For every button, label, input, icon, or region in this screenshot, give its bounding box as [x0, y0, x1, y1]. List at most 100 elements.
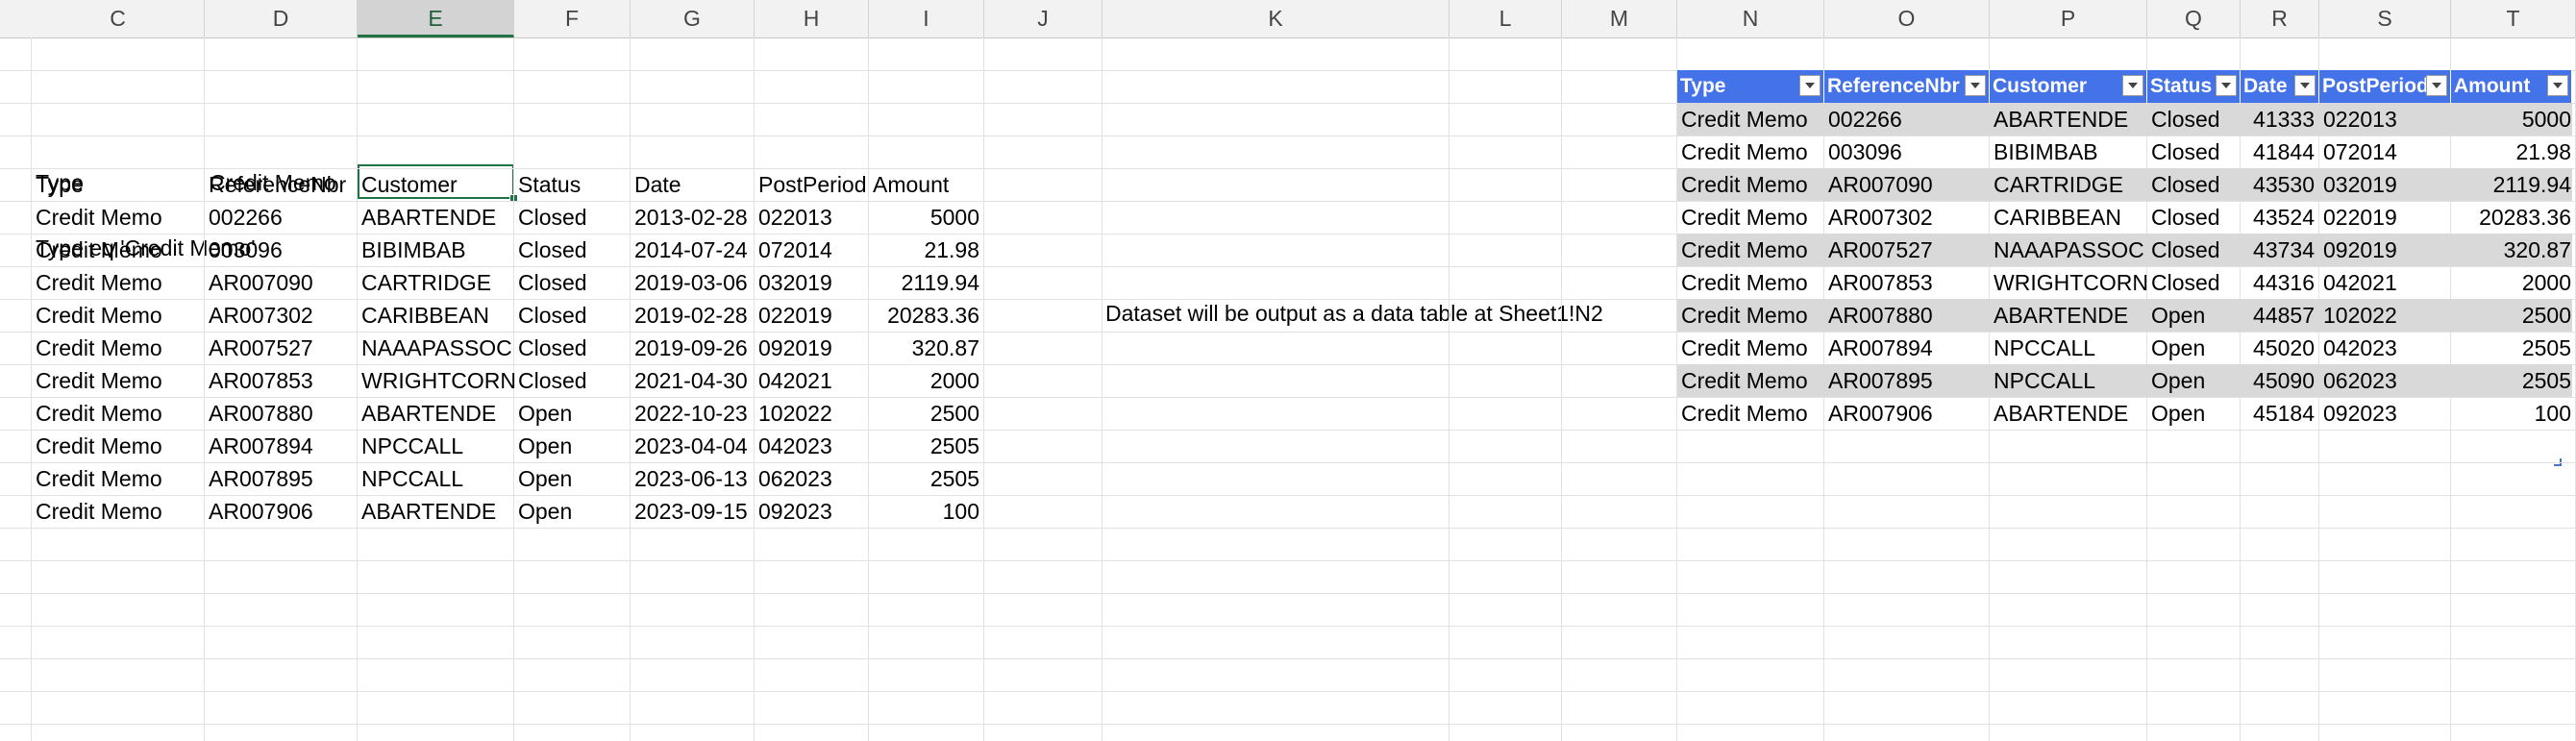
data-table-cell[interactable]: 21.98: [2451, 136, 2571, 168]
data-table-cell[interactable]: AR007895: [1828, 364, 1933, 397]
data-table-cell[interactable]: NPCCALL: [1994, 332, 2095, 364]
data-table-cell[interactable]: ABARTENDE: [1994, 103, 2128, 136]
column-header-F[interactable]: F: [514, 0, 631, 37]
data-table-cell[interactable]: 2505: [2451, 332, 2571, 364]
left-table-cell[interactable]: AR007853: [209, 364, 313, 397]
left-table-cell[interactable]: NAAAPASSOC: [361, 332, 512, 364]
data-table-cell[interactable]: WRIGHTCORN: [1994, 266, 2148, 299]
data-table-cell[interactable]: Open: [2151, 397, 2205, 430]
data-table-cell[interactable]: 100: [2451, 397, 2571, 430]
data-table-cell[interactable]: Credit Memo: [1681, 168, 1808, 201]
data-table-cell[interactable]: BIBIMBAB: [1994, 136, 2098, 168]
left-table-cell[interactable]: Credit Memo: [36, 364, 162, 397]
left-table-cell[interactable]: AR007880: [209, 397, 313, 430]
left-table-cell[interactable]: 2000: [869, 364, 979, 397]
left-table-header[interactable]: Type: [36, 168, 84, 201]
data-table-cell[interactable]: ABARTENDE: [1994, 299, 2128, 332]
left-table-cell[interactable]: AR007894: [209, 430, 313, 462]
left-table-cell[interactable]: 062023: [758, 462, 832, 495]
left-table-cell[interactable]: 002266: [209, 201, 283, 234]
data-table-cell[interactable]: AR007527: [1828, 234, 1933, 266]
data-table-cell[interactable]: Closed: [2151, 234, 2220, 266]
left-table-cell[interactable]: 2505: [869, 462, 979, 495]
left-table-cell[interactable]: Closed: [518, 201, 587, 234]
left-table-cell[interactable]: 2021-04-30: [634, 364, 748, 397]
data-table-cell[interactable]: 092019: [2323, 234, 2397, 266]
data-table-header[interactable]: PostPeriod: [2319, 70, 2451, 103]
column-header-R[interactable]: R: [2241, 0, 2319, 37]
data-table-cell[interactable]: Open: [2151, 364, 2205, 397]
left-table-header[interactable]: Customer: [361, 168, 458, 201]
left-table-cell[interactable]: 072014: [758, 234, 832, 266]
left-table-cell[interactable]: 2019-03-06: [634, 266, 748, 299]
data-table-cell[interactable]: 032019: [2323, 168, 2397, 201]
data-table-cell[interactable]: 2000: [2451, 266, 2571, 299]
filter-dropdown-icon[interactable]: [1965, 75, 1986, 96]
column-header-I[interactable]: I: [869, 0, 984, 37]
data-table-cell[interactable]: 43530: [2241, 168, 2315, 201]
data-table-cell[interactable]: 072014: [2323, 136, 2397, 168]
data-table-cell[interactable]: 102022: [2323, 299, 2397, 332]
data-table-cell[interactable]: 45020: [2241, 332, 2315, 364]
data-table-cell[interactable]: 042023: [2323, 332, 2397, 364]
data-table-cell[interactable]: Credit Memo: [1681, 234, 1808, 266]
data-table-cell[interactable]: ABARTENDE: [1994, 397, 2128, 430]
left-table-cell[interactable]: WRIGHTCORN: [361, 364, 516, 397]
data-table-cell[interactable]: Open: [2151, 299, 2205, 332]
filter-dropdown-icon[interactable]: [2426, 75, 2447, 96]
data-table-cell[interactable]: 5000: [2451, 103, 2571, 136]
column-header-O[interactable]: O: [1824, 0, 1990, 37]
left-table-cell[interactable]: Credit Memo: [36, 430, 162, 462]
data-table-cell[interactable]: AR007894: [1828, 332, 1933, 364]
left-table-cell[interactable]: 022019: [758, 299, 832, 332]
data-table-cell[interactable]: Closed: [2151, 168, 2220, 201]
left-table-cell[interactable]: 102022: [758, 397, 832, 430]
column-header-J[interactable]: J: [984, 0, 1102, 37]
left-table-cell[interactable]: 2019-02-28: [634, 299, 748, 332]
left-table-cell[interactable]: Closed: [518, 266, 587, 299]
data-table-cell[interactable]: 2505: [2451, 364, 2571, 397]
data-table-cell[interactable]: CARTRIDGE: [1994, 168, 2123, 201]
left-table-cell[interactable]: 092019: [758, 332, 832, 364]
data-table-cell[interactable]: 2500: [2451, 299, 2571, 332]
data-table-cell[interactable]: AR007906: [1828, 397, 1933, 430]
data-table-cell[interactable]: Closed: [2151, 103, 2220, 136]
left-table-cell[interactable]: Credit Memo: [36, 397, 162, 430]
data-table-cell[interactable]: Credit Memo: [1681, 136, 1808, 168]
left-table-cell[interactable]: NPCCALL: [361, 462, 463, 495]
data-table-cell[interactable]: Credit Memo: [1681, 201, 1808, 234]
data-table-cell[interactable]: 320.87: [2451, 234, 2571, 266]
left-table-header[interactable]: ReferenceNbr: [209, 168, 346, 201]
left-table-cell[interactable]: 042023: [758, 430, 832, 462]
left-table-cell[interactable]: Closed: [518, 364, 587, 397]
left-table-cell[interactable]: Closed: [518, 332, 587, 364]
data-table-cell[interactable]: 003096: [1828, 136, 1902, 168]
left-table-cell[interactable]: 003096: [209, 234, 283, 266]
left-table-cell[interactable]: Credit Memo: [36, 266, 162, 299]
left-table-cell[interactable]: 2023-06-13: [634, 462, 748, 495]
left-table-cell[interactable]: 2023-09-15: [634, 495, 748, 528]
column-header-D[interactable]: D: [205, 0, 358, 37]
data-table-cell[interactable]: 062023: [2323, 364, 2397, 397]
data-table-cell[interactable]: 20283.36: [2451, 201, 2571, 234]
data-table-cell[interactable]: AR007880: [1828, 299, 1933, 332]
column-header-L[interactable]: L: [1449, 0, 1562, 37]
data-table-cell[interactable]: 002266: [1828, 103, 1902, 136]
data-table-cell[interactable]: 042021: [2323, 266, 2397, 299]
data-table-cell[interactable]: 022013: [2323, 103, 2397, 136]
data-table-header[interactable]: Date: [2241, 70, 2319, 103]
data-table-cell[interactable]: 44857: [2241, 299, 2315, 332]
left-table-cell[interactable]: Open: [518, 462, 572, 495]
left-table-cell[interactable]: 2119.94: [869, 266, 979, 299]
data-table-header[interactable]: Amount: [2451, 70, 2572, 103]
left-table-cell[interactable]: Closed: [518, 299, 587, 332]
filter-dropdown-icon[interactable]: [2547, 75, 2568, 96]
left-table-cell[interactable]: 092023: [758, 495, 832, 528]
data-table-cell[interactable]: 45090: [2241, 364, 2315, 397]
left-table-cell[interactable]: 21.98: [869, 234, 979, 266]
cell-grid[interactable]: Type Credit Memo Type eq 'Credit Memo' D…: [0, 37, 2576, 741]
left-table-cell[interactable]: 032019: [758, 266, 832, 299]
left-table-cell[interactable]: AR007906: [209, 495, 313, 528]
left-table-header[interactable]: Amount: [873, 168, 949, 201]
column-header-T[interactable]: T: [2451, 0, 2576, 37]
